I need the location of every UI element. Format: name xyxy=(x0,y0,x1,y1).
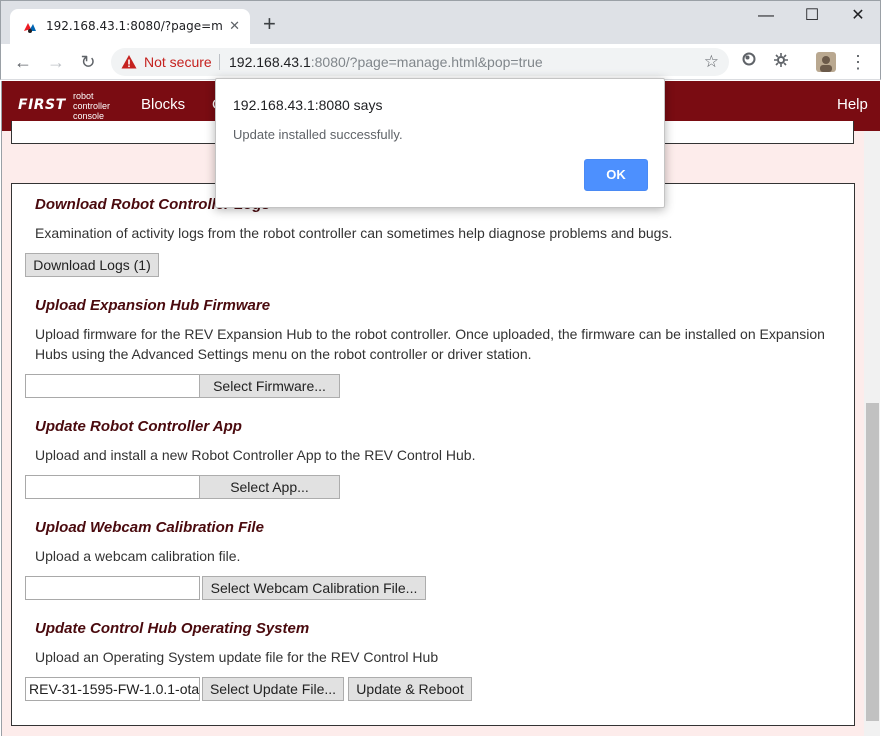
logo-line-robot: robot xyxy=(73,91,94,101)
tab-title: 192.168.43.1:8080/?page=manage xyxy=(46,19,222,33)
section-title-control-hub-os: Update Control Hub Operating System xyxy=(35,620,310,637)
os-update-file-field[interactable]: REV-31-1595-FW-1.0.1-ota xyxy=(25,677,200,701)
section-title-webcam-calibration: Upload Webcam Calibration File xyxy=(35,519,264,536)
close-window-button[interactable]: ✕ xyxy=(835,1,881,31)
back-button[interactable]: ← xyxy=(11,50,35,74)
url-host: 192.168.43.1 xyxy=(229,54,311,70)
logo-subtitle: robot controller console xyxy=(73,91,110,121)
logo-line-console: console xyxy=(73,111,105,121)
new-tab-button[interactable]: + xyxy=(263,13,276,35)
not-secure-label[interactable]: Not secure xyxy=(144,54,212,70)
alert-dialog: 192.168.43.1:8080 says Update installed … xyxy=(215,78,665,208)
dialog-ok-button[interactable]: OK xyxy=(584,159,648,191)
first-favicon-icon xyxy=(24,23,36,33)
dialog-title: 192.168.43.1:8080 says xyxy=(233,97,383,113)
browser-tab[interactable]: 192.168.43.1:8080/?page=manage ✕ xyxy=(10,9,250,45)
select-update-file-button[interactable]: Select Update File... xyxy=(202,677,344,701)
manage-panel: Download Robot Controller Logs Examinati… xyxy=(11,183,855,726)
dialog-message: Update installed successfully. xyxy=(233,127,403,142)
nav-blocks[interactable]: Blocks xyxy=(141,96,185,113)
warning-icon xyxy=(121,55,137,69)
url-path: :8080/?page=manage.html&pop=true xyxy=(310,54,543,70)
section-desc-download-logs: Examination of activity logs from the ro… xyxy=(35,225,673,241)
update-reboot-button[interactable]: Update & Reboot xyxy=(348,677,472,701)
gear-extension-glyph xyxy=(774,53,788,67)
webcam-file-field[interactable] xyxy=(25,576,200,600)
nav-help[interactable]: Help xyxy=(837,96,868,113)
browser-titlebar: 192.168.43.1:8080/?page=manage ✕ + — ☐ ✕ xyxy=(0,0,881,45)
section-desc-webcam-calibration: Upload a webcam calibration file. xyxy=(35,548,241,564)
section-title-expansion-firmware: Upload Expansion Hub Firmware xyxy=(35,297,271,314)
select-app-button[interactable]: Select App... xyxy=(199,475,340,499)
bookmark-star-icon[interactable]: ☆ xyxy=(704,52,719,72)
tab-close-icon[interactable]: ✕ xyxy=(229,18,240,34)
avatar-icon xyxy=(816,52,836,72)
app-file-field[interactable] xyxy=(25,475,200,499)
profile-avatar[interactable] xyxy=(816,52,836,72)
browser-menu-icon[interactable]: ⋮ xyxy=(848,52,868,72)
extension-gear-icon[interactable] xyxy=(771,52,791,72)
firmware-file-field[interactable] xyxy=(25,374,200,398)
first-logo: FIRST xyxy=(18,97,66,113)
browser-toolbar: ← → ↻ Not secure 192.168.43.1:8080/?page… xyxy=(0,44,881,80)
scrollbar-thumb[interactable] xyxy=(866,403,879,721)
select-firmware-button[interactable]: Select Firmware... xyxy=(199,374,340,398)
forward-button[interactable]: → xyxy=(44,50,68,74)
extension-circle-icon[interactable] xyxy=(739,52,759,72)
reload-button[interactable]: ↻ xyxy=(76,50,100,74)
minimize-button[interactable]: — xyxy=(743,1,789,31)
section-desc-control-hub-os: Upload an Operating System update file f… xyxy=(35,649,439,665)
section-desc-expansion-firmware: Upload firmware for the REV Expansion Hu… xyxy=(35,326,825,362)
url-text[interactable]: 192.168.43.1:8080/?page=manage.html&pop=… xyxy=(229,54,543,70)
section-desc-update-app: Upload and install a new Robot Controlle… xyxy=(35,447,476,463)
omnibox-divider xyxy=(219,54,220,70)
maximize-button[interactable]: ☐ xyxy=(789,1,835,31)
circle-extension-glyph xyxy=(742,52,756,66)
logo-line-controller: controller xyxy=(73,101,111,111)
section-title-update-app: Update Robot Controller App xyxy=(35,418,242,435)
select-webcam-calibration-button[interactable]: Select Webcam Calibration File... xyxy=(202,576,426,600)
address-bar[interactable]: Not secure 192.168.43.1:8080/?page=manag… xyxy=(111,48,729,76)
download-logs-button[interactable]: Download Logs (1) xyxy=(25,253,159,277)
